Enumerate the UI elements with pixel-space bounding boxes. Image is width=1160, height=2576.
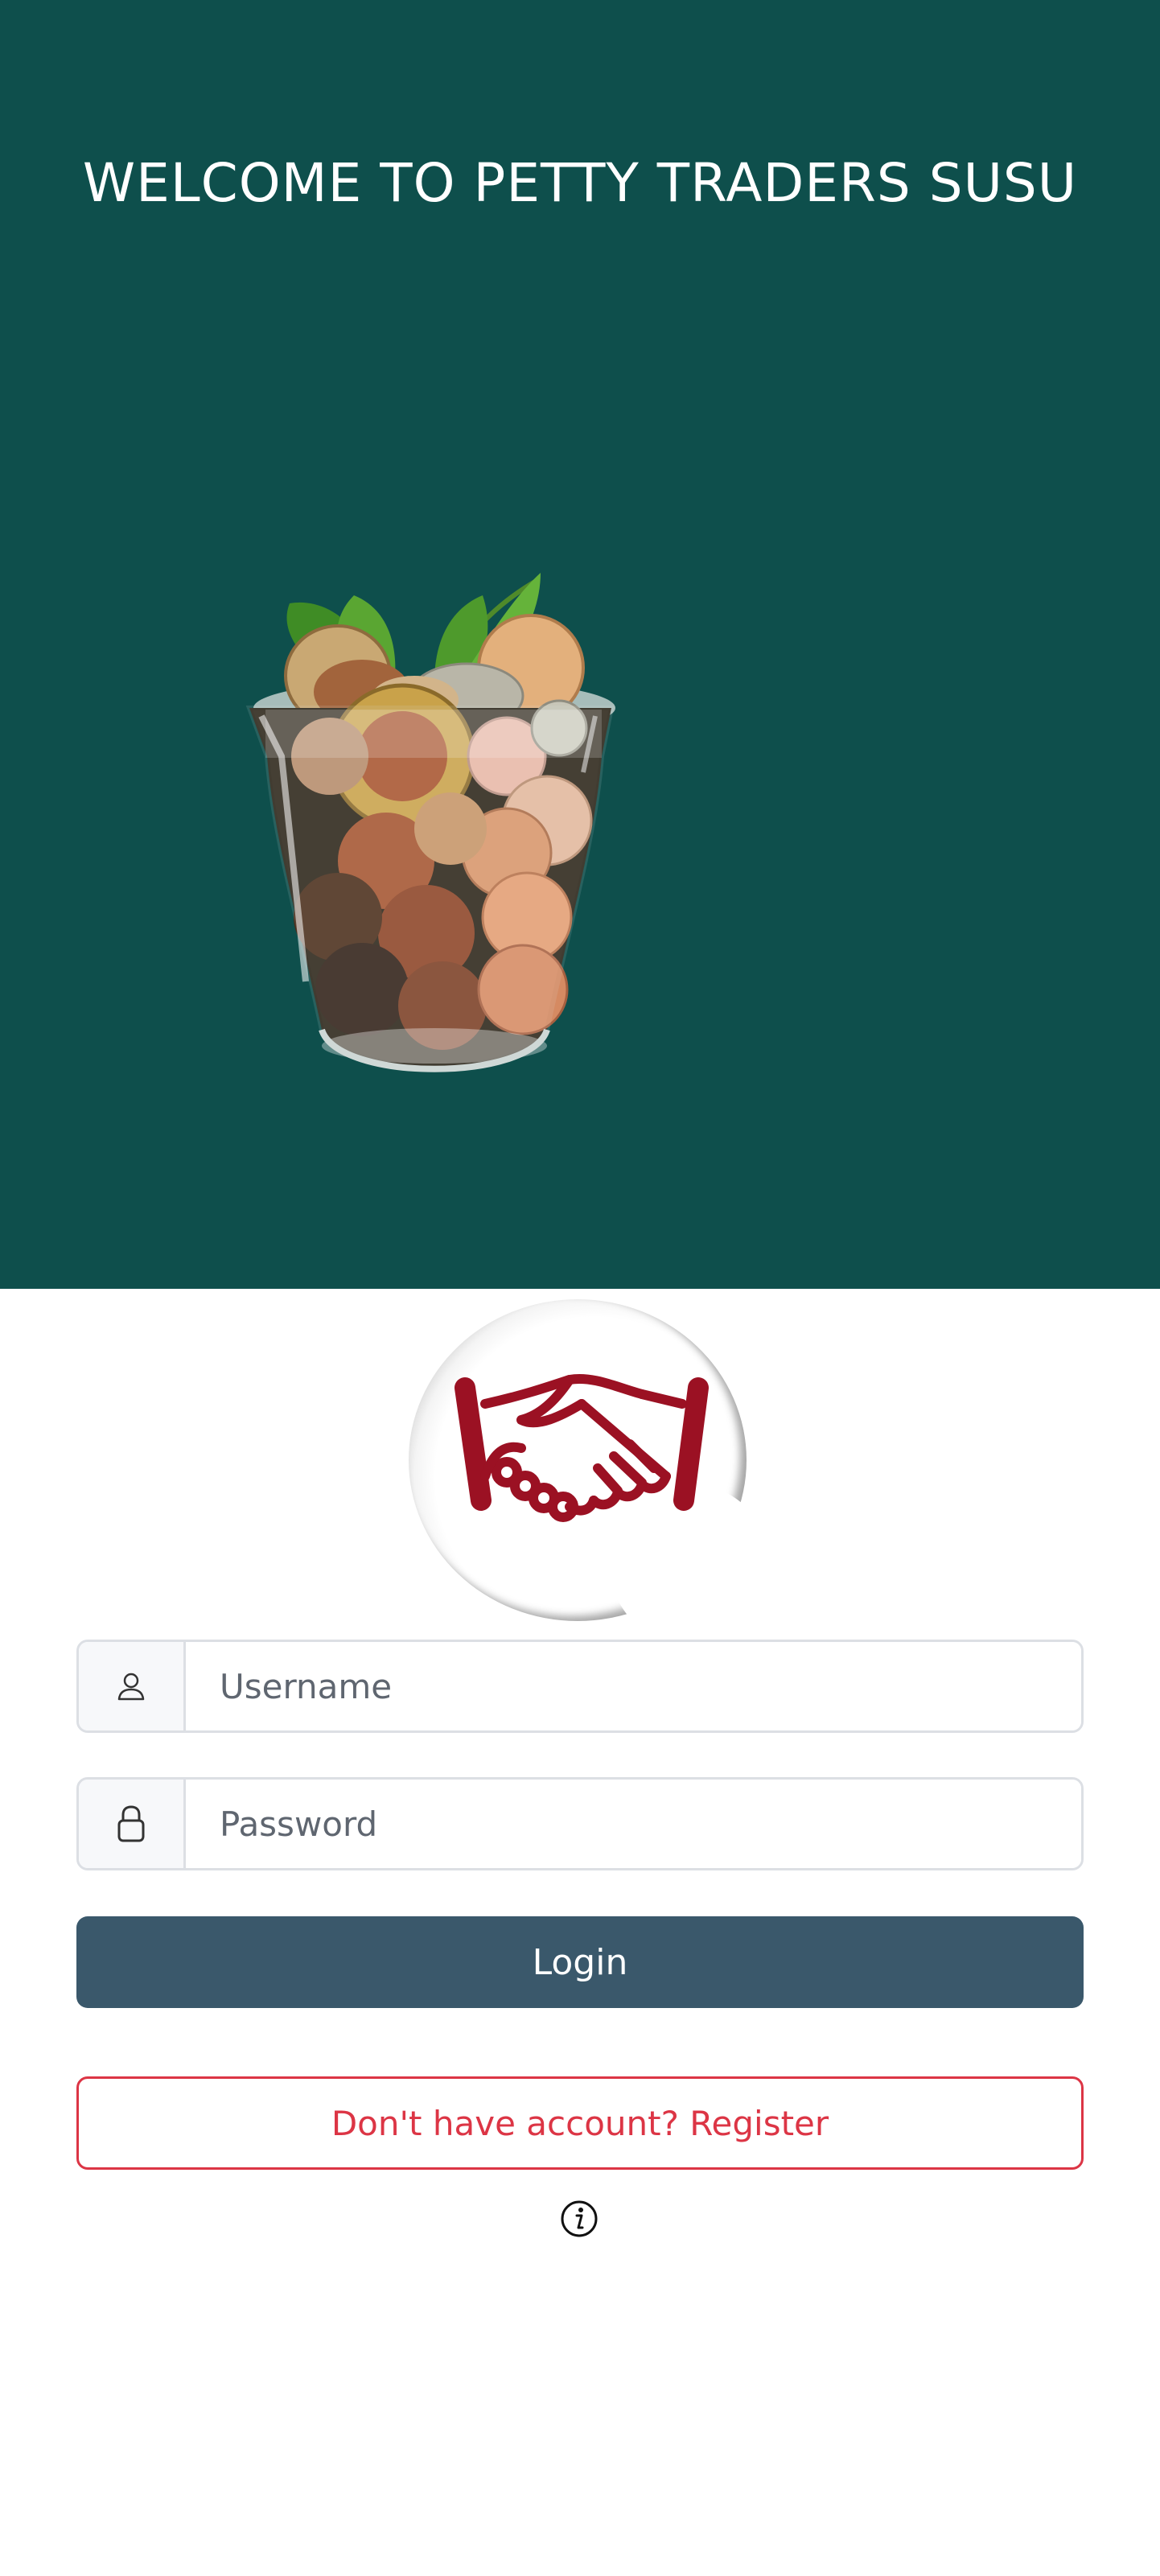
info-icon[interactable] [560, 2199, 599, 2238]
login-button[interactable]: Login [76, 1916, 1084, 2008]
hero-banner: WELCOME TO PETTY TRADERS SUSU [0, 0, 1160, 1289]
lock-icon [117, 1805, 145, 1842]
app-logo [409, 1299, 771, 1645]
welcome-title: WELCOME TO PETTY TRADERS SUSU [82, 152, 1078, 214]
username-group [76, 1640, 1084, 1733]
handshake-icon [455, 1374, 709, 1522]
username-input[interactable] [186, 1642, 1081, 1730]
password-input[interactable] [186, 1780, 1081, 1868]
password-group [76, 1777, 1084, 1870]
coin-plant-illustration [245, 573, 615, 1072]
password-addon [79, 1780, 186, 1868]
register-button[interactable]: Don't have account? Register [76, 2076, 1084, 2170]
username-addon [79, 1642, 186, 1730]
user-icon [117, 1673, 145, 1701]
